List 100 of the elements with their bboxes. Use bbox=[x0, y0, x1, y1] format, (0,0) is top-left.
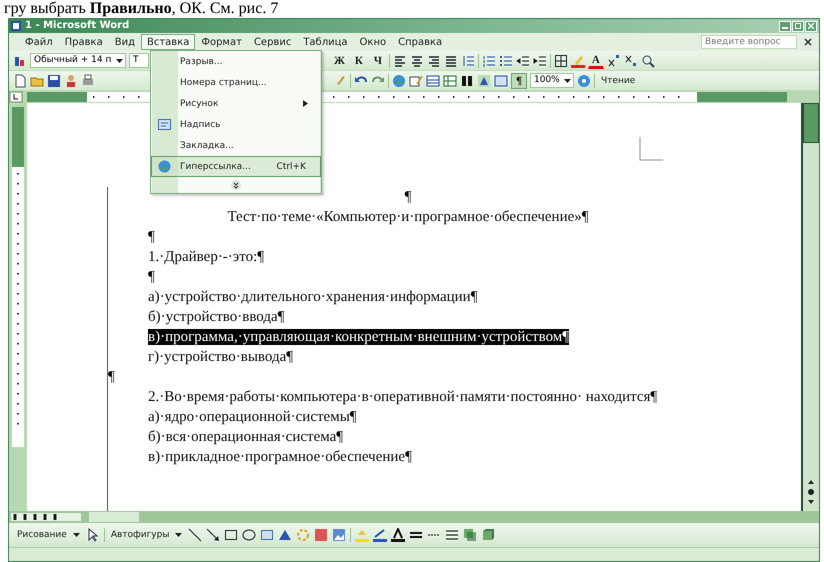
menu-item[interactable]: Правка bbox=[58, 34, 109, 50]
window-title: 1 - Microsoft Word bbox=[25, 20, 130, 32]
menu-option[interactable]: Рисунок bbox=[151, 93, 321, 114]
tab-selector-icon[interactable] bbox=[9, 91, 23, 103]
print-icon[interactable] bbox=[81, 74, 95, 88]
document-paragraph: 1.·Драйвер·-·это:¶ bbox=[148, 249, 264, 265]
show-marks-button[interactable]: ¶ bbox=[511, 72, 527, 88]
drawing-icon[interactable] bbox=[477, 74, 491, 88]
borders-icon[interactable] bbox=[554, 54, 568, 68]
menu-option[interactable]: Закладка... bbox=[151, 135, 321, 156]
menu-item[interactable]: Таблица bbox=[297, 34, 354, 50]
clipart-icon[interactable] bbox=[314, 528, 328, 542]
caret-icon[interactable] bbox=[116, 58, 123, 62]
shadow-icon[interactable] bbox=[463, 528, 478, 542]
menu-option[interactable]: Разрыв... bbox=[151, 51, 321, 72]
increase-indent-icon[interactable] bbox=[532, 54, 547, 68]
menu-item[interactable]: Справка bbox=[392, 34, 448, 50]
document-paragraph: ¶ bbox=[148, 269, 155, 285]
document-paragraph: б)·устройство·ввода¶ bbox=[148, 309, 284, 325]
close-icon[interactable] bbox=[803, 37, 813, 47]
align-icon[interactable] bbox=[392, 54, 407, 68]
close-icon bbox=[808, 23, 814, 29]
picture-icon[interactable] bbox=[332, 528, 346, 542]
bullet-list-icon[interactable] bbox=[498, 54, 513, 68]
menu-option[interactable]: Надпись bbox=[151, 114, 321, 135]
document-paragraph: ¶ bbox=[108, 369, 115, 385]
globe-icon bbox=[158, 160, 171, 173]
document-paragraph: б)·вся·операционная·система¶ bbox=[148, 429, 344, 445]
submenu-arrow-icon bbox=[303, 100, 308, 107]
magnifier-icon[interactable] bbox=[640, 54, 655, 68]
document-paragraph: Тест·по·теме·«Компьютер·и·програмное·обеспечение»¶ bbox=[227, 209, 589, 225]
format-button[interactable]: Ч bbox=[370, 52, 386, 68]
scrollbar-thumb[interactable] bbox=[803, 103, 819, 143]
align-icon[interactable] bbox=[410, 54, 424, 68]
line-icon[interactable] bbox=[188, 528, 202, 542]
line-spacing-icon[interactable] bbox=[460, 54, 475, 68]
menu-item[interactable]: Окно bbox=[354, 34, 392, 50]
menu-item[interactable]: Файл bbox=[19, 34, 59, 50]
permission-icon[interactable] bbox=[64, 74, 78, 88]
line-color-icon[interactable] bbox=[373, 528, 388, 542]
document-paragraph: а)·устройство·длительного·хранения·информации¶ bbox=[148, 289, 478, 305]
new-document-icon[interactable] bbox=[13, 74, 27, 88]
caret-icon[interactable] bbox=[564, 78, 571, 82]
zoom-dropdown[interactable]: 100% bbox=[530, 73, 574, 88]
autoshapes-menu-button[interactable]: Автофигуры bbox=[108, 530, 172, 540]
rectangle-icon[interactable] bbox=[224, 528, 238, 542]
menu-item[interactable]: Вставка bbox=[140, 34, 196, 50]
draw-menu-button[interactable]: Рисование bbox=[15, 530, 69, 540]
font-dropdown[interactable]: Т bbox=[129, 53, 149, 68]
align-icon[interactable] bbox=[426, 54, 441, 68]
reading-mode-button[interactable]: Чтение bbox=[598, 72, 638, 88]
three-d-icon[interactable] bbox=[481, 528, 496, 542]
help-search-field[interactable]: Введите вопрос bbox=[701, 35, 797, 49]
table-icon[interactable] bbox=[426, 74, 440, 88]
menu-option[interactable]: Гиперссылка... Ctrl+K bbox=[151, 156, 321, 177]
document-paragraph: г)·устройство·вывода¶ bbox=[148, 349, 294, 365]
caret-icon[interactable] bbox=[72, 533, 80, 537]
wordart-icon[interactable] bbox=[278, 528, 292, 542]
decrease-indent-icon[interactable] bbox=[516, 54, 530, 68]
subscript-icon[interactable] bbox=[624, 54, 638, 68]
format-button[interactable]: К bbox=[350, 52, 367, 68]
close-button[interactable] bbox=[805, 20, 817, 32]
highlight-icon[interactable] bbox=[570, 54, 585, 68]
text-box-icon[interactable] bbox=[260, 528, 274, 542]
font-color-icon[interactable] bbox=[391, 528, 406, 542]
arrow-style-icon[interactable] bbox=[445, 528, 460, 542]
menu-option[interactable]: Номера страниц... bbox=[151, 72, 321, 93]
align-icon[interactable] bbox=[444, 54, 458, 68]
minimize-button[interactable] bbox=[779, 20, 791, 32]
menu-item[interactable]: Формат bbox=[195, 34, 248, 50]
globe-icon[interactable] bbox=[392, 74, 406, 88]
document-paragraph: ¶ bbox=[404, 189, 412, 205]
format-button[interactable]: Ж bbox=[331, 52, 348, 68]
margin-corner-drawing bbox=[639, 137, 663, 161]
numbered-list-icon[interactable] bbox=[482, 54, 496, 68]
horizontal-scrollbar-thumb[interactable] bbox=[89, 512, 139, 522]
document-paragraph: в)·программа,·управляющая·конкретным·внешним·устройством¶ bbox=[148, 329, 570, 345]
text-box-icon bbox=[158, 119, 171, 130]
maximize-button[interactable] bbox=[792, 20, 804, 32]
superscript-icon[interactable] bbox=[606, 54, 621, 68]
fill-color-icon[interactable] bbox=[355, 528, 370, 542]
word-logo-icon bbox=[11, 21, 21, 31]
document-paragraph: а)·ядро·операционной·системы¶ bbox=[148, 409, 357, 425]
document-map-icon[interactable] bbox=[494, 74, 508, 88]
pointer-icon[interactable] bbox=[86, 528, 100, 542]
menu-item[interactable]: Вид bbox=[108, 34, 141, 50]
maximize-icon bbox=[795, 23, 801, 29]
chevron-icon bbox=[231, 180, 241, 190]
oval-icon[interactable] bbox=[242, 528, 256, 542]
browse-object-icon[interactable] bbox=[807, 488, 815, 496]
caption-text: гру выбрать Правильно, ОК. См. рис. 7 bbox=[3, 0, 280, 18]
menu-item[interactable]: Сервис bbox=[248, 34, 298, 50]
pencil-table-icon[interactable] bbox=[409, 74, 423, 88]
help-icon[interactable] bbox=[577, 74, 591, 88]
arrow-icon[interactable] bbox=[206, 528, 220, 542]
spreadsheet-icon[interactable] bbox=[443, 74, 457, 88]
caret-icon[interactable] bbox=[175, 533, 182, 537]
save-icon[interactable] bbox=[47, 74, 61, 88]
columns-icon[interactable] bbox=[460, 74, 474, 88]
style-dropdown[interactable]: Обычный + 14 п bbox=[30, 53, 126, 68]
